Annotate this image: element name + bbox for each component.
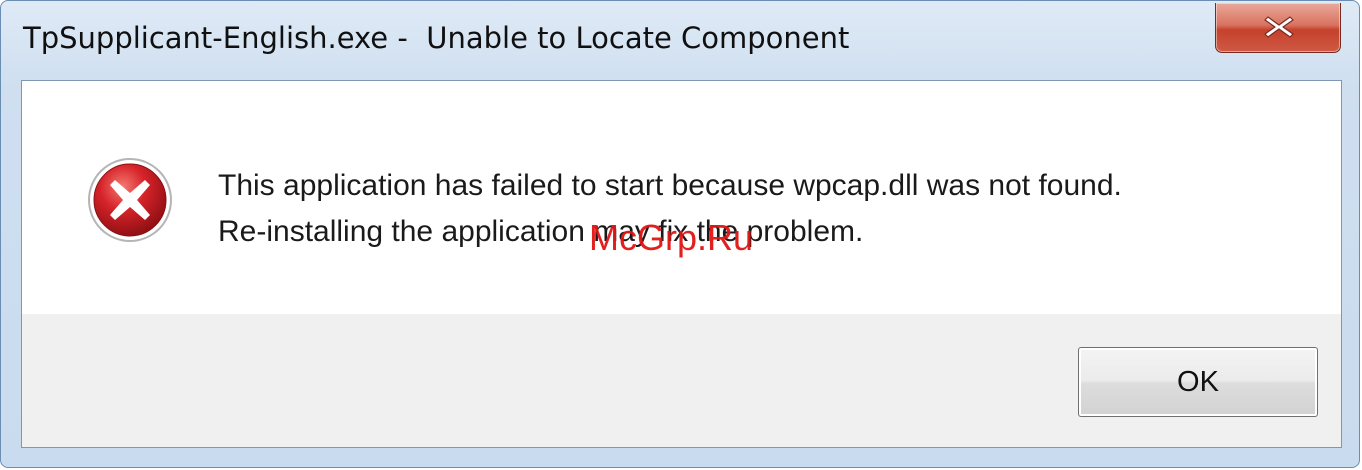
message-line-1: This application has failed to start bec… [218, 169, 1122, 202]
dialog-window: TpSupplicant-English.exe - Unable to Loc… [0, 0, 1360, 468]
error-icon [85, 155, 175, 245]
close-icon [1264, 16, 1294, 38]
close-button[interactable] [1215, 3, 1341, 53]
title-bar[interactable]: TpSupplicant-English.exe - Unable to Loc… [1, 1, 1359, 79]
dialog-client-area: This application has failed to start bec… [21, 80, 1342, 448]
message-panel: This application has failed to start bec… [22, 81, 1341, 314]
watermark: McGrp.Ru [589, 217, 754, 258]
ok-button[interactable]: OK [1078, 347, 1318, 417]
window-title: TpSupplicant-English.exe - Unable to Loc… [23, 21, 850, 55]
